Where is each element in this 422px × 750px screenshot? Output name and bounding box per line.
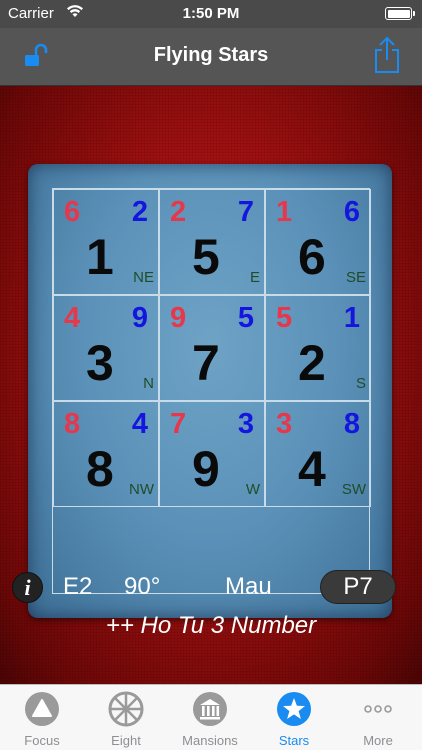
- tab-more[interactable]: More: [336, 685, 420, 750]
- mountain-star: 3: [276, 408, 293, 440]
- grid-cell-s[interactable]: 5 1 2 S: [265, 295, 371, 401]
- grid-cell-nw[interactable]: 8 4 8 NW: [53, 401, 159, 507]
- water-star: 3: [237, 408, 254, 440]
- stars-view: 6 2 1 NE 2 7 5 E 1 6 6 SE 4 9 3 N 9 5 7: [0, 86, 422, 684]
- base-star: 4: [298, 441, 326, 497]
- direction-label: N: [143, 375, 154, 392]
- tab-eight[interactable]: Eight: [84, 685, 168, 750]
- water-star: 4: [131, 408, 148, 440]
- facing-code: E2: [63, 573, 93, 600]
- grid-cell-sw[interactable]: 3 8 4 SW: [265, 401, 371, 507]
- tab-stars[interactable]: Stars: [252, 685, 336, 750]
- base-star: 2: [298, 335, 326, 391]
- mountain-star: 8: [64, 408, 81, 440]
- mountain-star: 4: [64, 302, 81, 334]
- tab-label: Focus: [24, 733, 60, 748]
- water-star: 7: [237, 196, 254, 228]
- grid-cell-e[interactable]: 2 7 5 E: [159, 189, 265, 295]
- tab-label: Eight: [111, 733, 141, 748]
- share-icon[interactable]: [372, 36, 402, 74]
- wheel-icon: [108, 691, 144, 727]
- period-button[interactable]: P7: [320, 570, 396, 604]
- water-star: 6: [343, 196, 360, 228]
- water-star: 5: [237, 302, 254, 334]
- mountain-star: 2: [170, 196, 187, 228]
- flying-star-grid: 6 2 1 NE 2 7 5 E 1 6 6 SE 4 9 3 N 9 5 7: [52, 188, 371, 594]
- triangle-icon: [25, 692, 59, 726]
- water-star: 1: [343, 302, 360, 334]
- direction-label: SE: [345, 269, 366, 286]
- grid-cell-center[interactable]: 9 5 7: [159, 295, 265, 401]
- mountain-star: 6: [64, 196, 81, 228]
- direction-label: NE: [133, 269, 154, 286]
- more-icon: [364, 705, 392, 713]
- tab-label: More: [363, 733, 393, 748]
- direction-label: S: [355, 375, 366, 392]
- grid-cell-ne[interactable]: 6 2 1 NE: [53, 189, 159, 295]
- clock: 1:50 PM: [182, 5, 240, 22]
- tab-label: Stars: [278, 733, 310, 748]
- grid-cell-w[interactable]: 7 3 9 W: [159, 401, 265, 507]
- grid-cell-n[interactable]: 4 9 3 N: [53, 295, 159, 401]
- tab-bar: Focus Eight Mansions Stars More: [0, 684, 422, 750]
- page-title: Flying Stars: [153, 44, 269, 66]
- mountain-star: 7: [170, 408, 187, 440]
- tab-mansions[interactable]: Mansions: [168, 685, 252, 750]
- battery-icon: [385, 7, 415, 20]
- base-star: 5: [192, 229, 220, 285]
- direction-label: E: [249, 269, 260, 286]
- direction-label: NW: [129, 481, 154, 498]
- formula-label: ++ Ho Tu 3 Number: [105, 612, 317, 639]
- water-star: 8: [343, 408, 360, 440]
- base-star: 3: [86, 335, 114, 391]
- status-bar: Carrier 1:50 PM: [0, 0, 422, 28]
- direction-label: SW: [341, 481, 366, 498]
- mountain-star: 9: [170, 302, 187, 334]
- facing-degrees: 90°: [124, 573, 161, 600]
- mountain-star: 1: [276, 196, 293, 228]
- info-bar: i E2 90° Mau P7: [0, 570, 422, 610]
- base-star: 9: [192, 441, 220, 497]
- base-star: 7: [192, 335, 220, 391]
- grid-cell-se[interactable]: 1 6 6 SE: [265, 189, 371, 295]
- animal-sign: Mau: [225, 573, 272, 600]
- base-star: 1: [86, 229, 114, 285]
- mountain-star: 5: [276, 302, 293, 334]
- base-star: 6: [298, 229, 326, 285]
- tab-label: Mansions: [182, 733, 238, 748]
- tab-focus[interactable]: Focus: [0, 685, 84, 750]
- temple-icon: [193, 692, 227, 726]
- navigation-bar: Flying Stars: [0, 28, 422, 86]
- water-star: 9: [131, 302, 148, 334]
- direction-label: W: [245, 481, 260, 498]
- star-icon: [277, 692, 311, 726]
- info-icon[interactable]: i: [12, 572, 43, 603]
- water-star: 2: [131, 196, 148, 228]
- base-star: 8: [86, 441, 114, 497]
